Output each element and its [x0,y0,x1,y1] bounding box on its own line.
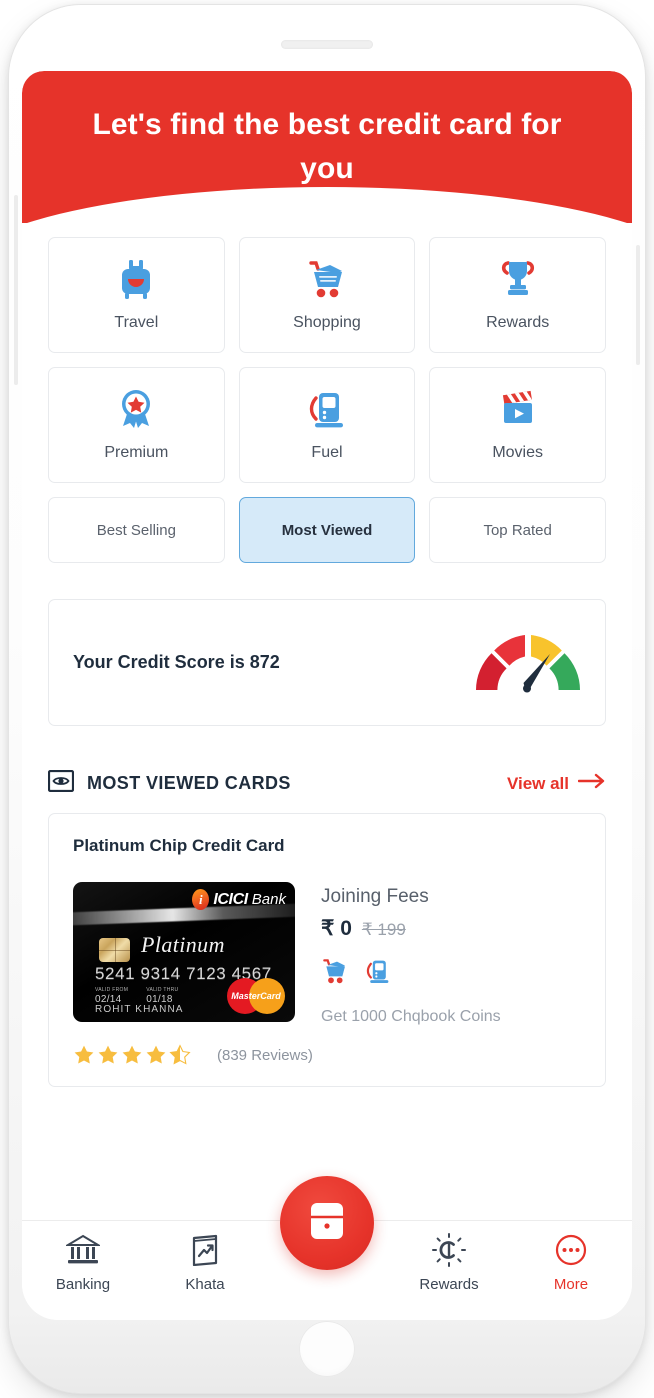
star-rating [73,1044,191,1066]
category-label: Premium [104,444,169,461]
section-header: MOST VIEWED CARDS View all [47,769,606,797]
joining-fees-label: Joining Fees [321,886,429,907]
nav-label: Khata [185,1276,225,1293]
valid-from-label: VALID FROM [95,987,129,993]
star-icon-full [98,1045,118,1064]
filter-chip-most-viewed[interactable]: Most Viewed [238,497,416,563]
nav-label: Banking [55,1276,111,1293]
bank-icon [66,1233,100,1267]
bank-suffix: Bank [251,891,286,908]
benefit-icon-row [321,957,501,990]
star-icon-full [74,1045,94,1064]
section-header-left: MOST VIEWED CARDS [47,769,291,797]
speedometer-gauge-icon [473,632,583,694]
rating-row: (839 Reviews) [73,1044,581,1066]
app-screen: Let's find the best credit card for you [22,71,632,1320]
product-card[interactable]: Platinum Chip Credit Card i ICICI Bank P… [48,813,606,1087]
category-tile-fuel[interactable]: Fuel [238,367,416,483]
credit-score-text: Your Credit Score is 872 [73,652,280,672]
card-dates: VALID FROM 02/14 VALID THRU 01/18 [95,987,179,1005]
category-tile-travel[interactable]: Travel [48,237,225,353]
content-area: Travel Shopping Rewards Premium Fuel Mov… [22,223,632,1087]
nav-item-more[interactable]: More [516,1233,626,1293]
valid-from-group: VALID FROM 02/14 [95,987,129,1005]
valid-thru-value: 01/18 [146,993,173,1005]
volume-button [14,195,18,385]
nav-label: More [553,1276,589,1293]
category-label: Fuel [311,444,343,461]
star-icon-full [122,1045,142,1064]
view-all-button[interactable]: View all [507,773,606,794]
fuel-pump-icon [365,957,391,990]
mastercard-label: MasterCard [231,991,281,1001]
category-tile-movies[interactable]: Movies [429,367,606,483]
category-tile-premium[interactable]: Premium [48,367,225,483]
card-tier-label: Platinum [141,932,225,957]
wallet-fab-button[interactable] [280,1176,374,1270]
arrow-right-icon [577,773,606,794]
suitcase-icon [116,258,156,300]
earpiece-speaker [281,40,373,49]
wallet-icon [309,1201,345,1246]
power-button [636,245,640,365]
bank-name: ICICI [213,890,248,908]
fees-block: Joining Fees ₹ 0 ₹ 199 Get 1000 Chqbook … [321,882,501,1026]
coin-sun-icon [432,1233,466,1267]
home-button[interactable] [299,1321,355,1377]
product-title: Platinum Chip Credit Card [73,836,285,855]
fees-current-value: ₹ 0 [321,917,352,940]
eye-icon [47,769,75,797]
cardholder-name: ROHIT KHANNA [95,1004,184,1015]
offer-note: Get 1000 Chqbook Coins [321,1008,501,1025]
fees-original-value: ₹ 199 [361,920,406,939]
icici-bank-logo: i ICICI Bank [192,889,286,910]
trophy-icon [498,258,538,300]
product-body: i ICICI Bank Platinum 5241 9314 7123 456… [73,882,581,1026]
filter-chip-top-rated[interactable]: Top Rated [429,497,606,563]
filter-chip-row: Best Selling Most Viewed Top Rated [48,497,606,563]
category-tile-rewards[interactable]: Rewards [429,237,606,353]
category-label: Travel [114,314,159,331]
shopping-cart-icon [306,258,348,300]
page-title: Let's find the best credit card for you [92,108,562,185]
nav-label: Rewards [419,1276,479,1293]
star-icon-half [169,1044,191,1065]
emv-chip-icon [99,938,130,962]
category-grid: Travel Shopping Rewards Premium Fuel Mov… [48,237,606,483]
clapperboard-icon [497,388,539,430]
reviews-count: (839 Reviews) [217,1046,313,1064]
section-title: MOST VIEWED CARDS [87,773,291,793]
star-icon-full [146,1045,166,1064]
category-label: Rewards [486,314,550,331]
star-badge-icon [116,388,156,430]
nav-item-khata[interactable]: Khata [150,1233,260,1293]
nav-item-banking[interactable]: Banking [28,1233,138,1293]
page-header: Let's find the best credit card for you [22,71,632,223]
ledger-icon [191,1233,219,1267]
fuel-pump-icon [307,388,347,430]
shopping-cart-icon [321,957,349,990]
nav-item-rewards[interactable]: Rewards [394,1233,504,1293]
valid-thru-group: VALID THRU 01/18 [146,987,179,1005]
category-label: Movies [492,444,543,461]
more-dots-icon [555,1233,587,1267]
credit-score-card[interactable]: Your Credit Score is 872 [48,599,606,726]
category-tile-shopping[interactable]: Shopping [238,237,416,353]
category-label: Shopping [293,314,361,331]
icici-mark-icon: i [192,889,210,910]
valid-from-value: 02/14 [95,993,122,1005]
mastercard-icon: MasterCard [227,978,285,1014]
credit-card-image: i ICICI Bank Platinum 5241 9314 7123 456… [73,882,295,1022]
valid-thru-label: VALID THRU [146,987,179,993]
view-all-label: View all [506,773,569,793]
filter-chip-best-selling[interactable]: Best Selling [48,497,225,563]
fees-price-row: ₹ 0 ₹ 199 [321,916,501,941]
